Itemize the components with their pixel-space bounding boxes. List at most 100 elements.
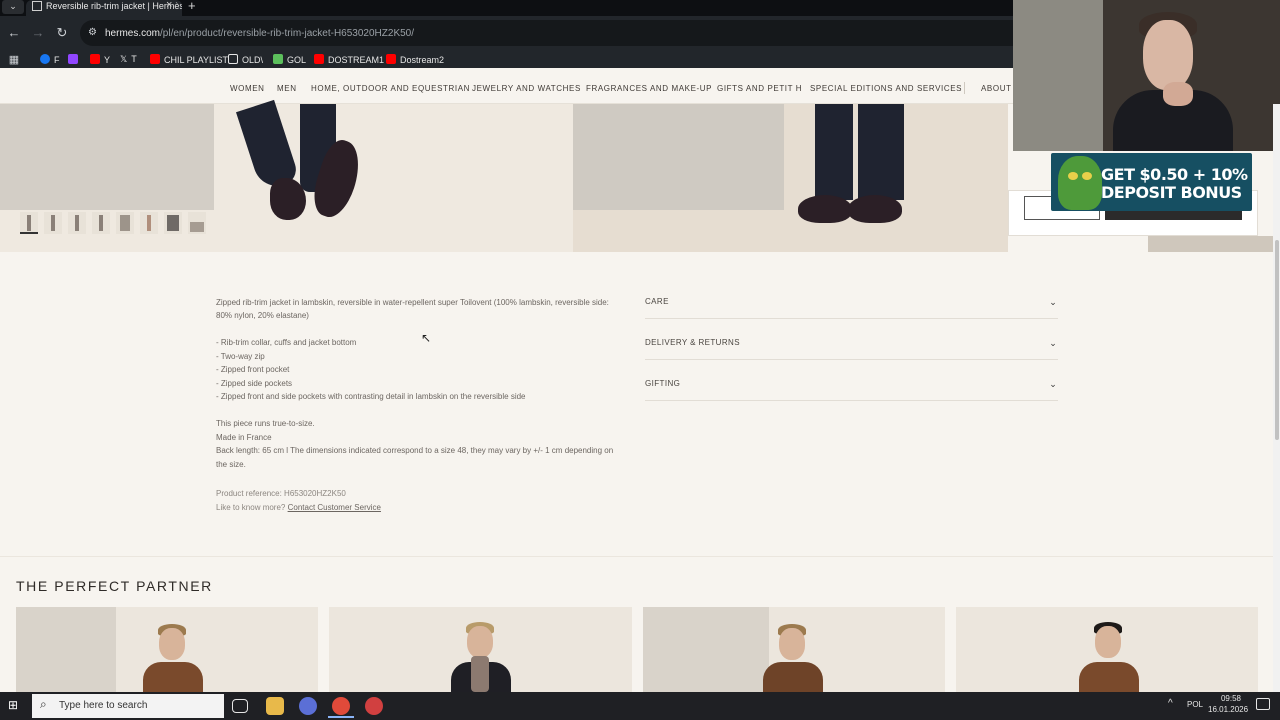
accordion-divider xyxy=(645,318,1058,319)
origin-note: Made in France xyxy=(216,433,272,442)
bookmark-folder-old[interactable]: OLD\ xyxy=(228,54,263,65)
nav-divider xyxy=(964,82,965,94)
obs-record-icon[interactable] xyxy=(365,697,383,715)
clock-time[interactable]: 09:58 xyxy=(1216,694,1246,704)
product-card-backdrop xyxy=(16,607,116,692)
reload-icon[interactable]: ↻ xyxy=(54,25,70,41)
tab-search-menu-button[interactable]: ⌄ xyxy=(2,0,24,14)
bookmark-label: F xyxy=(54,55,60,65)
browser-tab-active[interactable]: Reversible rib-trim jacket | Hermès xyxy=(26,0,182,16)
forward-arrow-icon[interactable]: → xyxy=(30,25,46,41)
bookmark-chil-playlist[interactable]: CHIL PLAYLIST xyxy=(150,54,228,65)
site-info-icon[interactable]: ⚙ xyxy=(88,27,100,39)
task-view-icon[interactable] xyxy=(232,699,248,713)
bookmark-x[interactable]: 𝕏T xyxy=(120,54,137,65)
chevron-down-icon[interactable]: ⌄ xyxy=(1048,338,1058,348)
youtube-icon xyxy=(314,54,324,64)
scrollbar-thumb[interactable] xyxy=(1275,240,1279,440)
thumbnail-5[interactable] xyxy=(116,212,134,234)
accordion-care[interactable]: CARE xyxy=(645,297,669,306)
nav-gifts-petit-h[interactable]: GIFTS AND PETIT H xyxy=(717,84,802,93)
model-leg xyxy=(858,104,904,200)
gol-icon xyxy=(273,54,283,64)
chevron-down-icon[interactable]: ⌄ xyxy=(1048,379,1058,389)
length-note-line2: the size. xyxy=(216,460,246,469)
back-arrow-icon[interactable]: ← xyxy=(6,25,22,41)
model-scarf xyxy=(471,656,489,692)
feature-bullet: - Zipped front pocket xyxy=(216,365,290,374)
nav-women[interactable]: WOMEN xyxy=(230,84,265,93)
nav-fragrances-makeup[interactable]: FRAGRANCES AND MAKE-UP xyxy=(586,84,712,93)
nav-special-editions[interactable]: SPECIAL EDITIONS AND SERVICES xyxy=(810,84,962,93)
section-divider xyxy=(0,556,1280,557)
nav-home-outdoor-equestrian[interactable]: HOME, OUTDOOR AND EQUESTRIAN xyxy=(311,84,470,93)
contact-row: Like to know more? Contact Customer Serv… xyxy=(216,501,381,515)
fit-note: This piece runs true-to-size. xyxy=(216,419,315,428)
bookmark-dostream1[interactable]: DOSTREAM1 xyxy=(314,54,384,65)
active-app-indicator xyxy=(328,716,354,718)
bookmark-facebook[interactable]: F xyxy=(40,54,60,65)
windows-start-icon[interactable]: ⊞ xyxy=(8,698,22,712)
tab-close-icon[interactable]: × xyxy=(166,0,172,11)
url-text[interactable]: hermes.com/pl/en/product/reversible-rib-… xyxy=(105,28,414,39)
youtube-icon xyxy=(386,54,396,64)
thumbnail-2[interactable] xyxy=(44,212,62,234)
file-explorer-icon[interactable] xyxy=(266,697,284,715)
bookmark-dostream2[interactable]: Dostream2 xyxy=(386,54,444,65)
discord-icon[interactable] xyxy=(299,697,317,715)
bookmark-label: Y xyxy=(104,55,111,65)
model-sweater xyxy=(1079,662,1139,692)
accordion-delivery-returns[interactable]: DELIVERY & RETURNS xyxy=(645,338,740,347)
apps-grid-icon[interactable]: ▦ xyxy=(6,52,22,68)
bookmark-gol[interactable]: GOL xyxy=(273,54,306,65)
bookmark-label: GOL xyxy=(287,55,307,65)
bookmark-label: T xyxy=(131,54,137,64)
ad-mascot-icon xyxy=(1058,156,1102,210)
purchase-panel-strip xyxy=(1148,236,1280,252)
model-head xyxy=(159,628,185,660)
nav-jewelry-watches[interactable]: JEWELRY AND WATCHES xyxy=(472,84,581,93)
chevron-down-icon[interactable]: ⌄ xyxy=(1048,297,1058,307)
section-title: THE PERFECT PARTNER xyxy=(16,578,213,594)
accordion-divider xyxy=(645,400,1058,401)
taskbar-search-placeholder[interactable]: Type here to search xyxy=(59,700,147,711)
feature-bullet: - Zipped front and side pockets with con… xyxy=(216,392,526,401)
accordion-gifting[interactable]: GIFTING xyxy=(645,379,680,388)
bookmark-label: DOSTREAM1 xyxy=(328,55,385,65)
twitch-icon xyxy=(68,54,78,64)
input-language[interactable]: POL xyxy=(1187,700,1203,709)
chrome-icon[interactable] xyxy=(332,697,350,715)
bookmark-label: OLD\ xyxy=(242,55,264,65)
model-head xyxy=(467,626,493,658)
bookmark-youtube-y[interactable]: Y xyxy=(90,54,110,65)
youtube-icon xyxy=(150,54,160,64)
facebook-icon xyxy=(40,54,50,64)
youtube-icon xyxy=(90,54,100,64)
thumbnail-4[interactable] xyxy=(92,212,110,234)
bookmark-twitch[interactable] xyxy=(68,54,82,65)
accordion-divider xyxy=(645,359,1058,360)
tray-expand-icon[interactable]: ^ xyxy=(1168,698,1173,709)
streamer-webcam xyxy=(1013,0,1280,151)
ad-headline: GET $0.50 + 10% xyxy=(1101,165,1248,184)
thumbnail-6[interactable] xyxy=(140,212,158,234)
contact-customer-service-link[interactable]: Contact Customer Service xyxy=(288,503,381,512)
mascot-eye xyxy=(1082,172,1092,180)
model-shirt xyxy=(763,662,823,692)
x-icon: 𝕏 xyxy=(120,54,128,64)
thumbnail-7[interactable] xyxy=(164,212,182,234)
thumbnail-3[interactable] xyxy=(68,212,86,234)
description-intro-line2: 80% nylon, 20% elastane) xyxy=(216,311,309,320)
image-thumbnails xyxy=(16,212,212,236)
notification-icon[interactable] xyxy=(1256,698,1270,710)
thumbnail-8[interactable] xyxy=(188,212,206,234)
folder-icon xyxy=(228,54,238,64)
product-image-backdrop xyxy=(0,104,214,210)
feature-bullet: - Rib-trim collar, cuffs and jacket bott… xyxy=(216,338,357,347)
clock-date[interactable]: 16.01.2026 xyxy=(1208,705,1248,714)
nav-men[interactable]: MEN xyxy=(277,84,297,93)
thumbnail-1[interactable] xyxy=(20,212,38,234)
bookmark-label: CHIL PLAYLIST xyxy=(164,55,229,65)
webcam-window-background xyxy=(1013,0,1103,151)
new-tab-button[interactable]: + xyxy=(188,0,196,13)
